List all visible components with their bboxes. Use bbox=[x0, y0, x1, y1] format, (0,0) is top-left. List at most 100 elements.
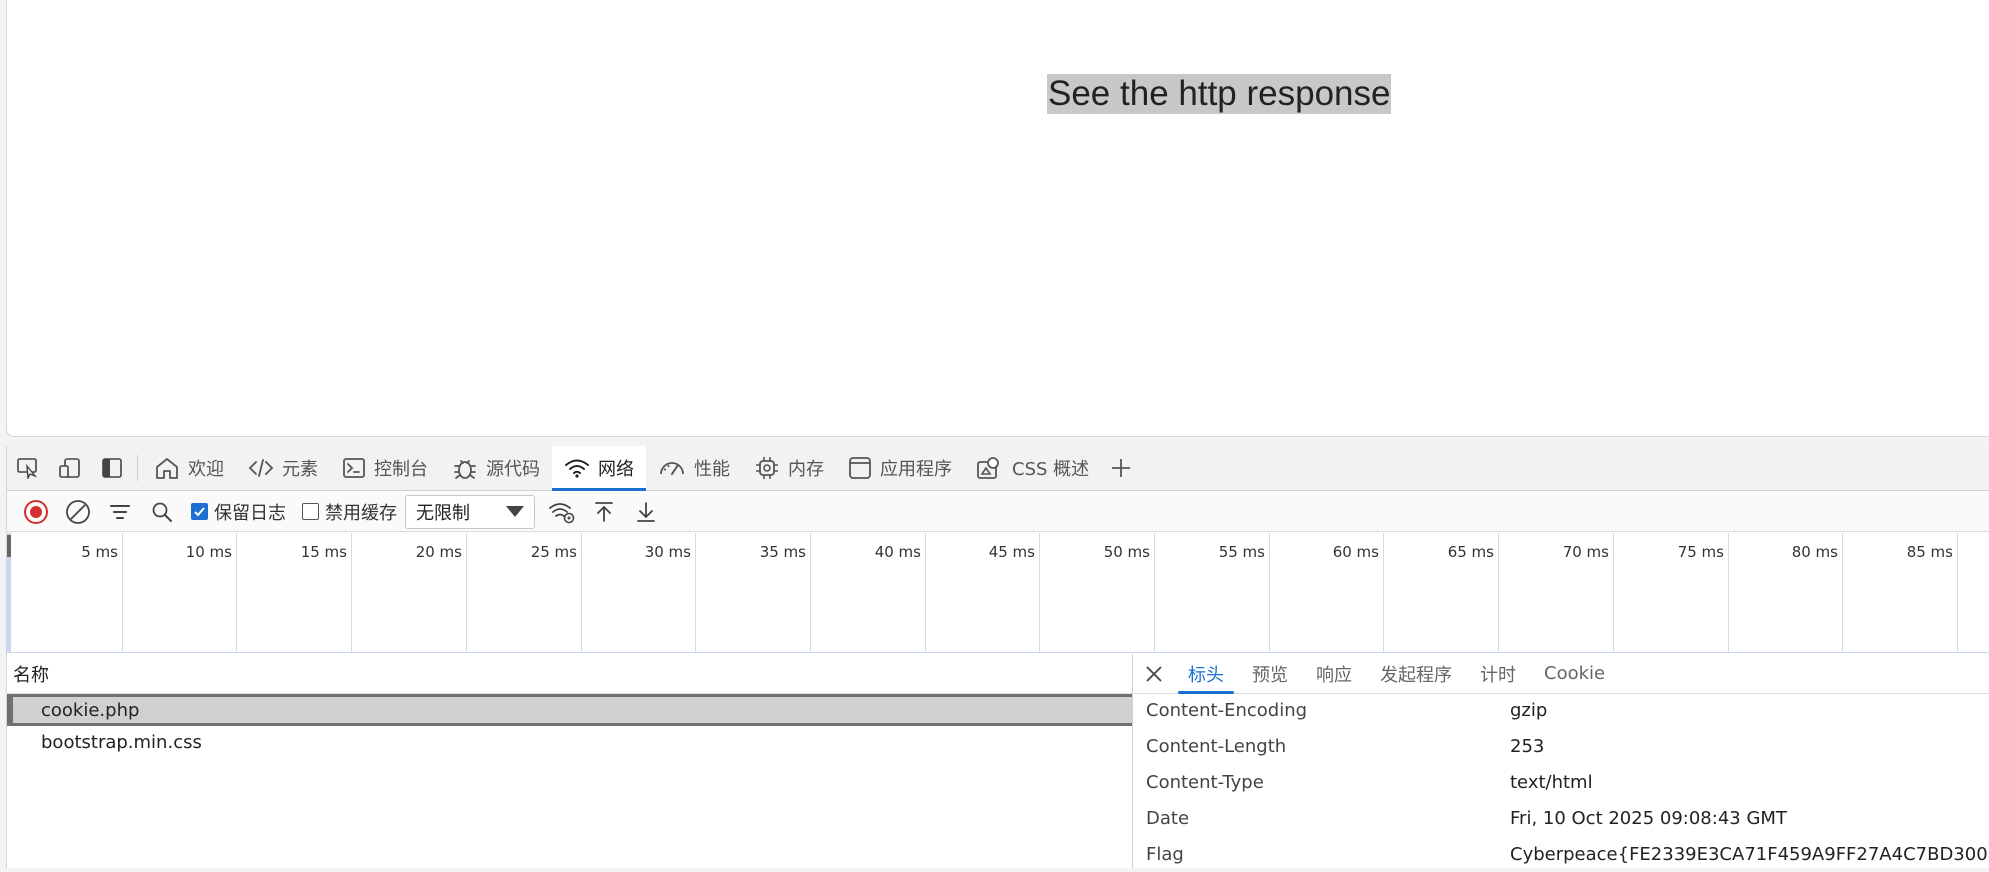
header-key: Content-Type bbox=[1146, 771, 1264, 793]
tab-sources[interactable]: 源代码 bbox=[440, 446, 552, 491]
devtools-panel: 欢迎 元素 控制台 源代码 网络 性能 内存 应用程序 CSS 概述 保留日志 … bbox=[6, 445, 1989, 868]
tab-css-overview[interactable]: CSS 概述 bbox=[964, 446, 1101, 491]
tab-label: 应用程序 bbox=[880, 459, 952, 480]
timeline-tick-label: 20 ms bbox=[415, 543, 462, 561]
console-icon bbox=[343, 458, 365, 478]
timeline-tick-label: 40 ms bbox=[874, 543, 921, 561]
tab-elements[interactable]: 元素 bbox=[236, 446, 330, 491]
tab-label: CSS 概述 bbox=[1012, 459, 1090, 480]
filter-icon[interactable] bbox=[99, 492, 141, 532]
timeline-gridline bbox=[1728, 533, 1729, 653]
header-value: gzip bbox=[1510, 699, 1548, 721]
clear-icon[interactable] bbox=[57, 492, 99, 532]
timeline-gridline bbox=[1269, 533, 1270, 653]
tab-headers[interactable]: 标头 bbox=[1174, 654, 1238, 694]
tab-timing[interactable]: 计时 bbox=[1466, 654, 1530, 694]
response-headers-list: Content-Encoding gzip Content-Length 253… bbox=[1134, 692, 1989, 872]
timeline-gridline bbox=[1498, 533, 1499, 653]
request-list: 名称 cookie.php bootstrap.min.css bbox=[7, 654, 1133, 868]
tab-initiator[interactable]: 发起程序 bbox=[1366, 654, 1466, 694]
timeline-overview[interactable]: 5 ms 10 ms 15 ms 20 ms 25 ms 30 ms 35 ms 40 ms 4… bbox=[7, 533, 1989, 653]
tab-application[interactable]: 应用程序 bbox=[836, 446, 964, 491]
request-row[interactable]: bootstrap.min.css bbox=[7, 726, 1132, 758]
timeline-tick-label: 50 ms bbox=[1103, 543, 1150, 561]
timeline-selection-handle[interactable] bbox=[7, 535, 11, 557]
header-value: 253 bbox=[1510, 735, 1545, 757]
chevron-down-icon bbox=[506, 506, 524, 517]
timeline-tick-label: 5 ms bbox=[81, 543, 118, 561]
timeline-tick-label: 80 ms bbox=[1791, 543, 1838, 561]
tab-network[interactable]: 网络 bbox=[552, 445, 646, 491]
header-row-flag: Flag Cyberpeace{FE2339E3CA71F459A9FF27A4… bbox=[1134, 836, 1989, 872]
timeline-gridline bbox=[810, 533, 811, 653]
tab-console[interactable]: 控制台 bbox=[330, 446, 440, 491]
timeline-tick-label: 55 ms bbox=[1218, 543, 1265, 561]
code-tag-icon bbox=[248, 459, 274, 477]
disable-cache-checkbox[interactable]: 禁用缓存 bbox=[294, 499, 397, 525]
timeline-tick-label: 25 ms bbox=[530, 543, 577, 561]
tab-label: 网络 bbox=[598, 459, 634, 480]
tab-performance[interactable]: 性能 bbox=[646, 446, 742, 491]
timeline-gridline bbox=[351, 533, 352, 653]
timeline-gridline bbox=[1383, 533, 1384, 653]
timeline-gridline bbox=[1039, 533, 1040, 653]
timeline-gridline bbox=[1154, 533, 1155, 653]
header-row-date: Date Fri, 10 Oct 2025 09:08:43 GMT bbox=[1134, 800, 1989, 836]
gauge-icon bbox=[660, 462, 684, 475]
search-icon[interactable] bbox=[141, 492, 183, 532]
timeline-gridline bbox=[925, 533, 926, 653]
inspect-element-icon[interactable] bbox=[7, 446, 49, 491]
throttling-select[interactable]: 无限制 bbox=[405, 494, 535, 529]
timeline-gridline bbox=[1842, 533, 1843, 653]
tab-preview[interactable]: 预览 bbox=[1238, 654, 1302, 694]
column-header-name[interactable]: 名称 bbox=[7, 654, 1132, 694]
tab-label: 性能 bbox=[694, 459, 730, 480]
timeline-gridline bbox=[122, 533, 123, 653]
header-value: Fri, 10 Oct 2025 09:08:43 GMT bbox=[1510, 807, 1787, 829]
bug-icon bbox=[454, 460, 476, 479]
preserve-log-checkbox[interactable]: 保留日志 bbox=[183, 499, 286, 525]
timeline-tick-label: 85 ms bbox=[1906, 543, 1953, 561]
tab-label: 内存 bbox=[788, 459, 824, 480]
window-icon bbox=[849, 457, 871, 479]
tab-label: 欢迎 bbox=[188, 459, 224, 480]
export-har-icon[interactable] bbox=[625, 492, 667, 532]
tab-cookies[interactable]: Cookie bbox=[1530, 654, 1619, 694]
tab-label: 源代码 bbox=[486, 459, 540, 480]
more-tools-add-icon[interactable] bbox=[1101, 446, 1141, 491]
css-overview-icon bbox=[977, 457, 999, 479]
wifi-icon bbox=[565, 459, 589, 478]
timeline-tick-label: 35 ms bbox=[759, 543, 806, 561]
timeline-tick-label: 75 ms bbox=[1677, 543, 1724, 561]
tab-label: 元素 bbox=[282, 459, 318, 480]
timeline-tick-label: 60 ms bbox=[1332, 543, 1379, 561]
header-value: Cyberpeace{FE2339E3CA71F459A9FF27A4C7BD3… bbox=[1510, 843, 1989, 865]
tab-label: 控制台 bbox=[374, 459, 428, 480]
tab-welcome[interactable]: 欢迎 bbox=[142, 446, 236, 491]
header-key: Content-Encoding bbox=[1146, 699, 1308, 721]
home-icon bbox=[156, 458, 178, 479]
timeline-tick-label: 70 ms bbox=[1562, 543, 1609, 561]
import-har-icon[interactable] bbox=[583, 492, 625, 532]
toolbar-divider bbox=[137, 455, 138, 481]
timeline-gridline bbox=[1613, 533, 1614, 653]
close-icon[interactable] bbox=[1134, 654, 1174, 694]
device-emulation-icon[interactable] bbox=[49, 446, 91, 491]
header-value: text/html bbox=[1510, 771, 1593, 793]
request-row[interactable]: cookie.php bbox=[7, 694, 1132, 726]
header-key: Flag bbox=[1146, 843, 1184, 865]
timeline-tick-label: 10 ms bbox=[185, 543, 232, 561]
devtools-tabbar: 欢迎 元素 控制台 源代码 网络 性能 内存 应用程序 CSS 概述 bbox=[7, 445, 1989, 491]
tab-response[interactable]: 响应 bbox=[1302, 654, 1366, 694]
timeline-tick-label: 65 ms bbox=[1447, 543, 1494, 561]
network-conditions-icon[interactable] bbox=[541, 492, 583, 532]
disable-cache-label: 禁用缓存 bbox=[325, 502, 397, 524]
tab-memory[interactable]: 内存 bbox=[742, 446, 836, 491]
request-details-pane: 标头 预览 响应 发起程序 计时 Cookie Content-Encoding… bbox=[1134, 654, 1989, 868]
timeline-gridline bbox=[581, 533, 582, 653]
dock-sidebar-icon[interactable] bbox=[91, 446, 133, 491]
record-icon[interactable] bbox=[15, 492, 57, 532]
timeline-tick-label: 15 ms bbox=[300, 543, 347, 561]
preserve-log-label: 保留日志 bbox=[214, 502, 286, 524]
network-toolbar: 保留日志 禁用缓存 无限制 bbox=[7, 492, 1989, 532]
